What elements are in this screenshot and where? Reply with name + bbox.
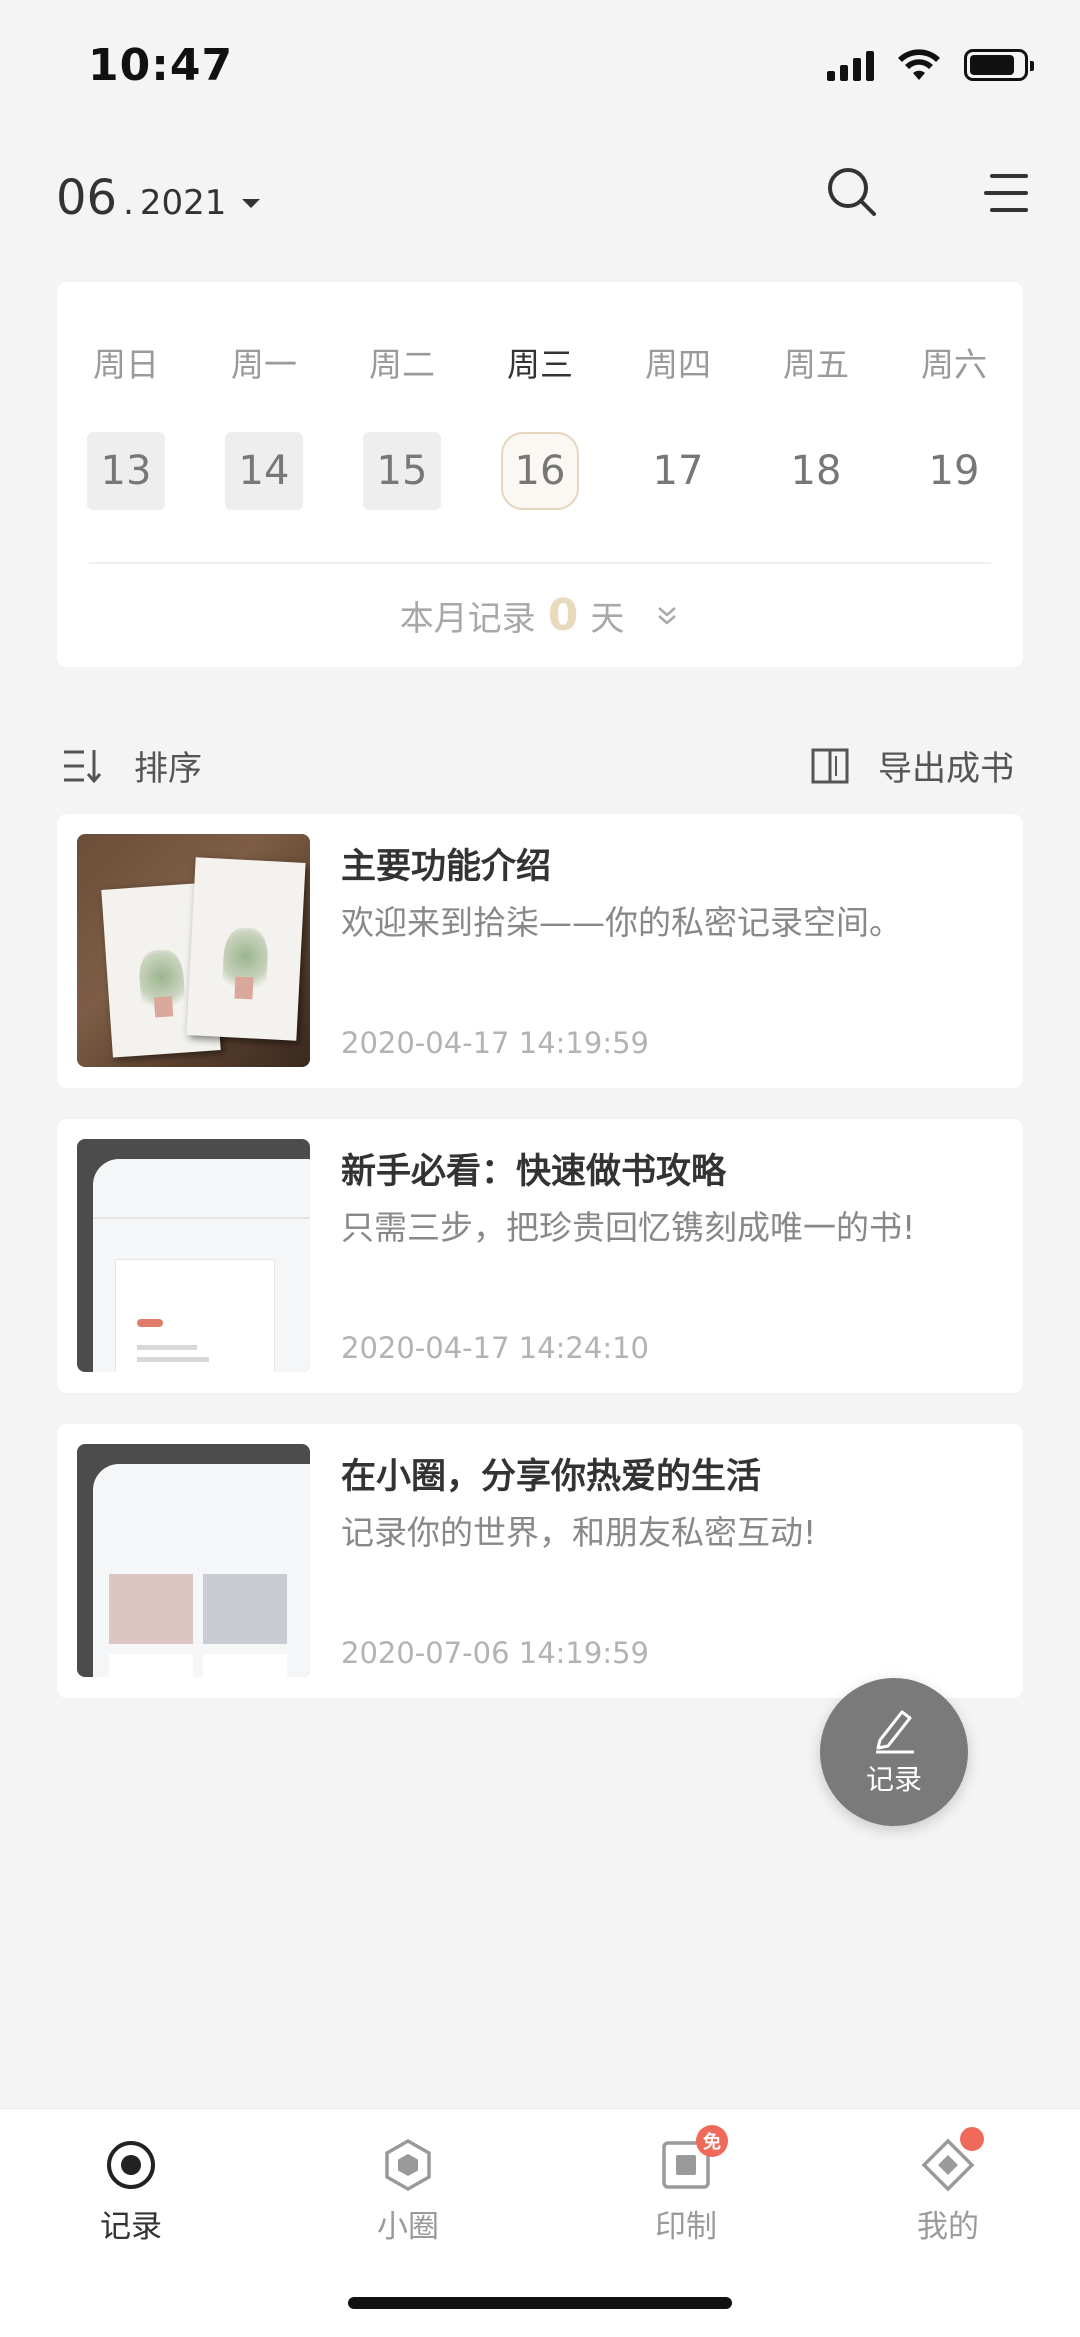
summary-suffix: 天 [590, 599, 625, 639]
weekday-wed: 周三 [507, 345, 573, 384]
record-timestamp: 2020-04-17 14:24:10 [341, 1331, 649, 1365]
tab-label: 我的 [917, 2209, 979, 2245]
week-calendar: 周日 周一 周二 周三 周四 周五 周六 13 14 15 16 17 18 1… [57, 282, 1023, 667]
circle-hexagon-icon [385, 2138, 431, 2192]
weekday-thu: 周四 [645, 345, 711, 384]
date-cell-today[interactable]: 16 [501, 432, 579, 510]
date-separator: . [123, 183, 134, 223]
notification-dot [960, 2127, 984, 2151]
record-title: 新手必看：快速做书攻略 [341, 1152, 727, 1192]
divider [89, 562, 991, 564]
print-icon-wrap: 免 [658, 2125, 728, 2193]
weekday-sat: 周六 [921, 345, 987, 384]
record-description: 欢迎来到拾柒——你的私密记录空间。 [341, 903, 902, 942]
month-picker[interactable]: 06 . 2021 [56, 170, 261, 226]
record-timestamp: 2020-04-17 14:19:59 [341, 1026, 649, 1060]
weekday-mon: 周一 [231, 345, 297, 384]
menu-icon[interactable] [982, 168, 1032, 218]
record-card[interactable]: 在小圈，分享你热爱的生活 记录你的世界，和朋友私密互动! 2020-07-06 … [57, 1424, 1023, 1698]
signal-icon [827, 49, 874, 81]
date-cell[interactable]: 18 [777, 432, 855, 510]
tab-print[interactable]: 免 印制 [586, 2121, 786, 2251]
export-book-button[interactable]: 导出成书 [810, 741, 1014, 790]
free-badge: 免 [696, 2125, 728, 2157]
date-cell[interactable]: 14 [225, 432, 303, 510]
record-icon [107, 2141, 155, 2189]
double-chevron-down-icon [658, 606, 677, 625]
date-cell[interactable]: 15 [363, 432, 441, 510]
book-icon [811, 748, 849, 783]
fab-label: 记录 [865, 1763, 922, 1796]
profile-icon-wrap [920, 2127, 984, 2193]
month-summary[interactable]: 本月记录 0 天 [57, 590, 1023, 641]
header: 06 . 2021 [0, 150, 1080, 250]
record-description: 记录你的世界，和朋友私密互动! [341, 1513, 817, 1552]
new-record-button[interactable]: 记录 [820, 1678, 968, 1826]
status-icons [827, 48, 1034, 82]
month-value: 06 [56, 170, 118, 226]
date-cell[interactable]: 17 [639, 432, 717, 510]
record-thumbnail [77, 1444, 310, 1677]
export-label: 导出成书 [878, 749, 1014, 789]
record-timestamp: 2020-07-06 14:19:59 [341, 1636, 649, 1670]
list-toolbar: 排序 导出成书 [0, 735, 1080, 795]
summary-count: 0 [547, 590, 579, 641]
record-thumbnail [77, 1139, 310, 1372]
weekday-row: 周日 周一 周二 周三 周四 周五 周六 [57, 338, 1023, 386]
year-value: 2021 [139, 183, 227, 223]
sort-icon [64, 749, 102, 783]
wifi-icon [898, 49, 940, 80]
weekday-tue: 周二 [369, 345, 435, 384]
tab-label: 小圈 [377, 2209, 439, 2245]
status-time: 10:47 [88, 40, 234, 91]
sort-label: 排序 [134, 749, 202, 789]
weekday-sun: 周日 [93, 345, 159, 384]
record-card[interactable]: 新手必看：快速做书攻略 只需三步，把珍贵回忆镌刻成唯一的书! 2020-04-1… [57, 1119, 1023, 1393]
record-card[interactable]: 主要功能介绍 欢迎来到拾柒——你的私密记录空间。 2020-04-17 14:1… [57, 814, 1023, 1088]
record-description: 只需三步，把珍贵回忆镌刻成唯一的书! [341, 1208, 916, 1247]
date-row: 13 14 15 16 17 18 19 [57, 432, 1023, 510]
tab-label: 记录 [100, 2209, 162, 2245]
battery-icon [964, 49, 1034, 81]
date-cell[interactable]: 19 [915, 432, 993, 510]
pen-icon [876, 1710, 914, 1754]
tab-circle[interactable]: 小圈 [308, 2121, 508, 2251]
summary-prefix: 本月记录 [399, 599, 536, 639]
caret-down-icon [242, 199, 261, 208]
status-bar: 10:47 [0, 0, 1080, 130]
record-thumbnail [77, 834, 310, 1067]
tab-record[interactable]: 记录 [31, 2121, 231, 2251]
tab-profile[interactable]: 我的 [848, 2121, 1048, 2251]
sort-button[interactable]: 排序 [62, 741, 202, 790]
tab-label: 印制 [655, 2209, 717, 2245]
weekday-fri: 周五 [783, 345, 849, 384]
record-title: 在小圈，分享你热爱的生活 [341, 1457, 762, 1497]
home-indicator [348, 2297, 732, 2309]
search-icon[interactable] [824, 164, 880, 220]
record-title: 主要功能介绍 [341, 847, 552, 887]
date-cell[interactable]: 13 [87, 432, 165, 510]
